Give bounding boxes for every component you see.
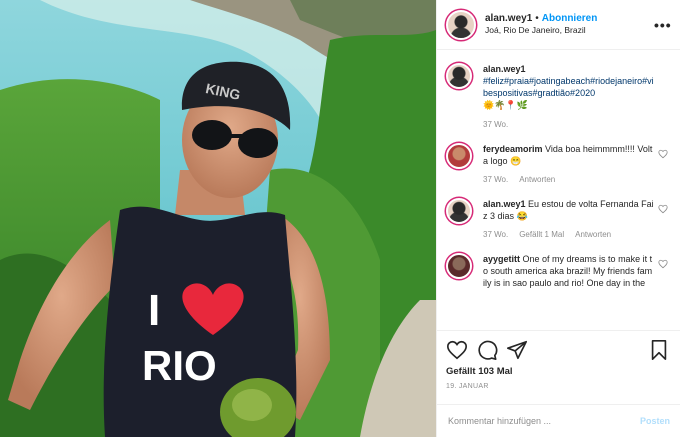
caption-emoji: 🌞🌴📍🌿 — [483, 100, 528, 111]
avatar[interactable] — [446, 197, 472, 224]
post-date[interactable]: 19. JANUAR — [446, 383, 670, 390]
photo-illustration: I RIO KING — [0, 0, 436, 437]
post-photo[interactable]: I RIO KING — [0, 0, 436, 437]
comments-list[interactable]: alan.wey1 #feliz#praia#joatingabeach#rio… — [437, 51, 680, 328]
follow-button[interactable]: Abonnieren — [542, 13, 598, 24]
reply-button[interactable]: Antworten — [575, 230, 611, 239]
share-icon[interactable] — [506, 339, 528, 361]
comment-like-heart-icon[interactable] — [658, 149, 668, 159]
like-count[interactable]: Gefällt 103 Mal — [446, 366, 670, 377]
add-comment-bar: Posten — [437, 404, 680, 437]
comment-likes[interactable]: Gefällt 1 Mal — [519, 230, 564, 239]
list-item: alan.wey1 Eu estou de volta Fernanda Fai… — [446, 197, 670, 239]
avatar[interactable] — [446, 63, 472, 89]
caption: alan.wey1 #feliz#praia#joatingabeach#rio… — [446, 63, 670, 129]
avatar[interactable] — [446, 142, 472, 169]
shirt-letter-i: I — [148, 286, 160, 335]
post-comment-button[interactable]: Posten — [640, 416, 670, 426]
list-item: ayygetitt One of my dreams is to make it… — [446, 253, 670, 289]
shirt-rio-text: RIO — [142, 342, 217, 389]
comment-username[interactable]: ayygetitt — [483, 254, 520, 264]
more-options-icon[interactable]: ••• — [654, 17, 671, 33]
post-actions: Gefällt 103 Mal 19. JANUAR — [437, 330, 680, 390]
comment-username[interactable]: ferydeamorim — [483, 144, 543, 154]
avatar[interactable] — [446, 253, 472, 280]
comment-time[interactable]: 37 Wo. — [483, 120, 508, 129]
reply-button[interactable]: Antworten — [519, 175, 555, 184]
location-link[interactable]: Joá, Rio De Janeiro, Brazil — [485, 25, 654, 35]
comment-icon[interactable] — [476, 339, 498, 361]
caption-hashtags[interactable]: #feliz#praia#joatingabeach#riodejaneiro#… — [483, 76, 654, 98]
comment-input[interactable] — [448, 416, 640, 426]
instagram-post: I RIO KING alan.wey1 • Abonnieren Joá, R… — [0, 0, 680, 437]
bookmark-icon[interactable] — [648, 339, 670, 361]
comment-time[interactable]: 37 Wo. — [483, 175, 508, 184]
comment-like-heart-icon[interactable] — [658, 204, 668, 214]
comment-username[interactable]: alan.wey1 — [483, 199, 526, 209]
list-item: ferydeamorim Vida boa heimmmm!!!! Volta … — [446, 142, 670, 184]
avatar[interactable] — [446, 9, 476, 40]
heart-icon[interactable] — [446, 339, 468, 361]
comment-like-heart-icon[interactable] — [658, 259, 668, 269]
post-header: alan.wey1 • Abonnieren Joá, Rio De Janeiro… — [437, 0, 680, 50]
comment-username[interactable]: alan.wey1 — [483, 64, 526, 74]
comment-time[interactable]: 37 Wo. — [483, 230, 508, 239]
post-sidebar: alan.wey1 • Abonnieren Joá, Rio De Janeiro… — [436, 0, 680, 437]
header-separator: • — [535, 13, 539, 25]
header-username[interactable]: alan.wey1 — [485, 13, 532, 24]
